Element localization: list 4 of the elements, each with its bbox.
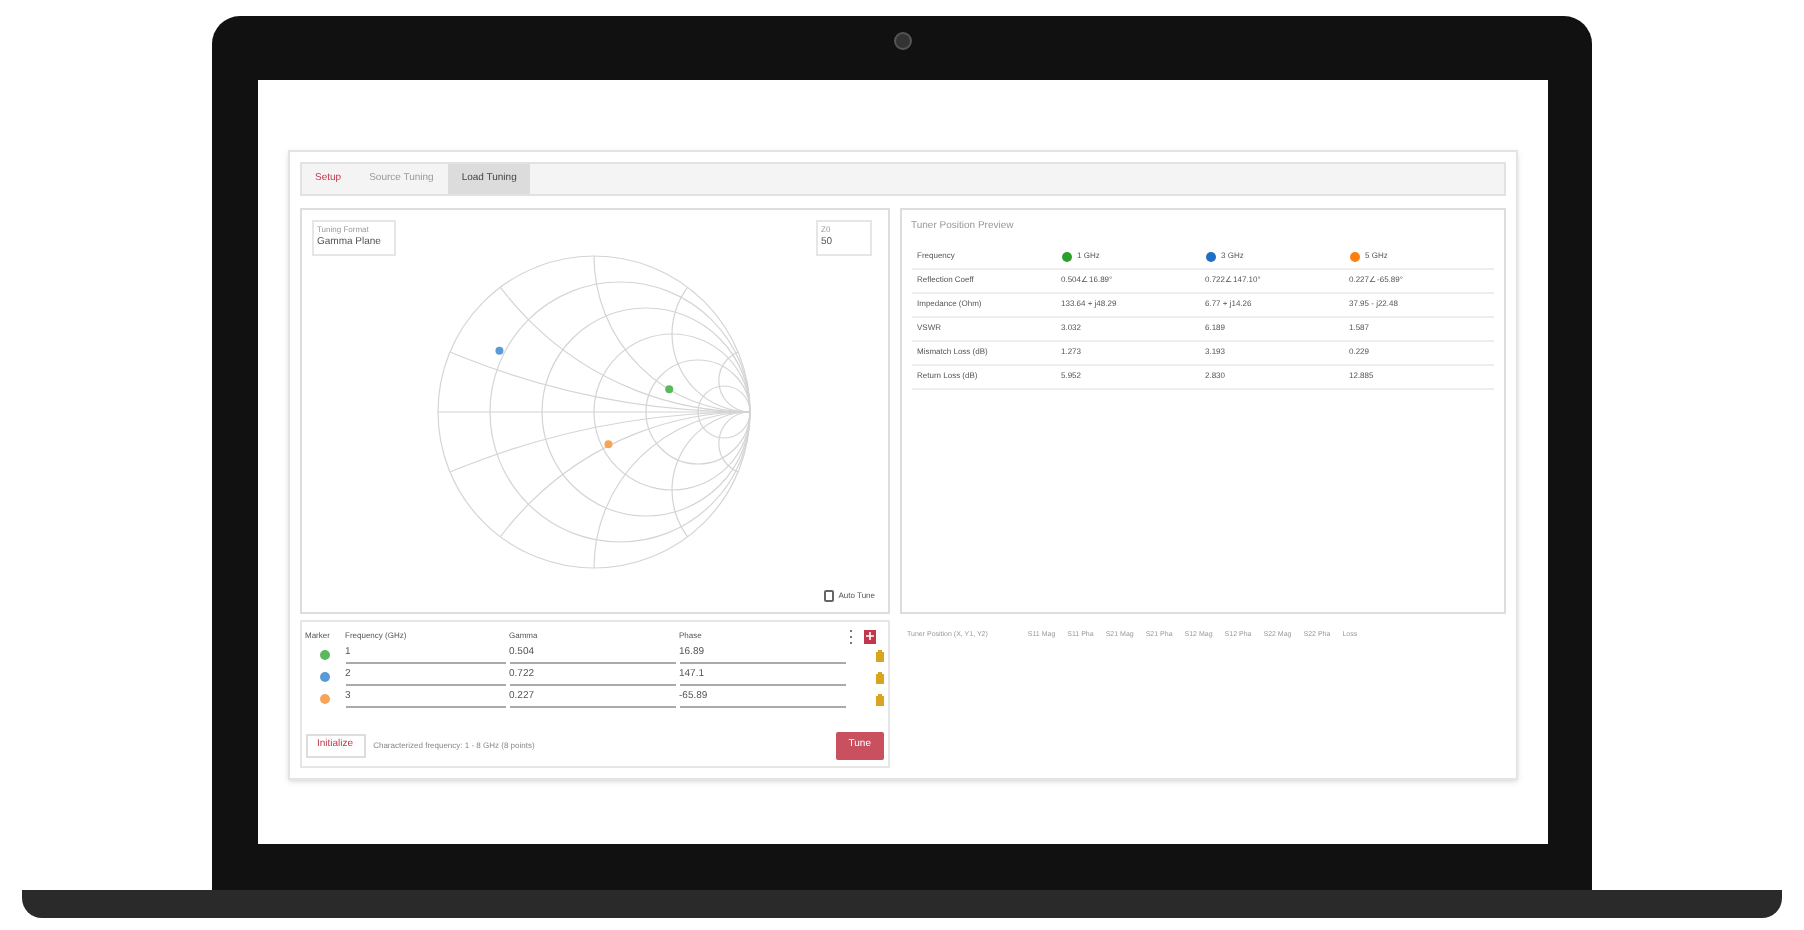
auto-tune-checkbox[interactable] xyxy=(824,590,835,602)
camera-icon xyxy=(893,32,911,50)
add-button[interactable] xyxy=(863,629,875,643)
plus-icon xyxy=(865,632,873,640)
